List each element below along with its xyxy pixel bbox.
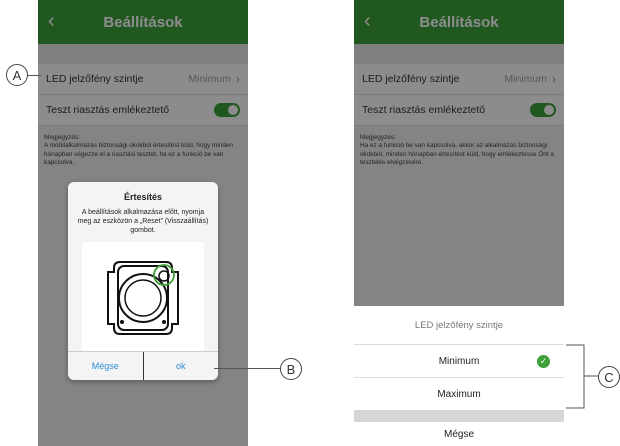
sheet-title: LED jelzőfény szintje <box>354 306 564 345</box>
device-illustration <box>82 242 204 352</box>
callout-b: B <box>280 358 302 380</box>
device-reset-icon <box>107 261 179 335</box>
notification-dialog: Értesítés A beállítások alkalmazása előt… <box>68 182 218 380</box>
ok-button[interactable]: ok <box>144 352 219 380</box>
led-level-action-sheet: LED jelzőfény szintje Minimum ✓ Maximum … <box>354 306 564 446</box>
callout-a-leader <box>27 75 41 76</box>
callout-b-leader <box>214 368 280 369</box>
sheet-cancel-button[interactable]: Mégse <box>354 422 564 446</box>
left-phone-screen: ‹ Beállítások LED jelzőfény szintje Mini… <box>38 0 248 446</box>
dialog-message: A beállítások alkalmazása előtt, nyomja … <box>77 209 209 235</box>
right-phone-screen: ‹ Beállítások LED jelzőfény szintje Mini… <box>354 0 564 446</box>
option-maximum[interactable]: Maximum <box>354 378 564 410</box>
callout-c-bracket <box>566 344 598 409</box>
dialog-title: Értesítés <box>123 192 163 202</box>
check-icon: ✓ <box>537 355 550 368</box>
dialog-buttons: Mégse ok <box>68 351 218 380</box>
option-maximum-label: Maximum <box>437 388 481 400</box>
option-minimum-label: Minimum <box>438 355 480 367</box>
cancel-button[interactable]: Mégse <box>68 352 143 380</box>
callout-c: C <box>598 366 620 388</box>
callout-a: A <box>6 64 28 86</box>
option-minimum[interactable]: Minimum ✓ <box>354 345 564 378</box>
